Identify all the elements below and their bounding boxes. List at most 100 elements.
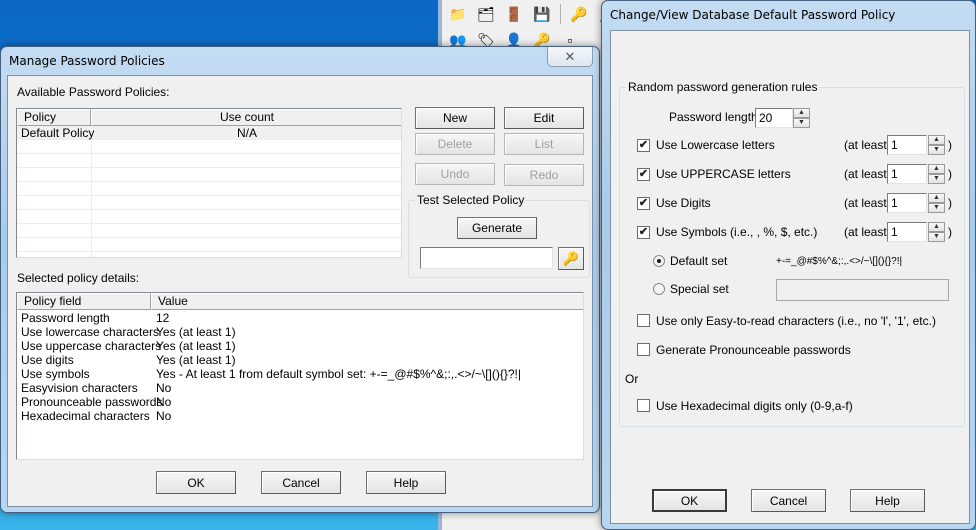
undo-button[interactable]: Undo xyxy=(415,163,495,185)
close-button[interactable]: ✕ xyxy=(547,47,593,67)
cancel-button[interactable]: Cancel xyxy=(751,489,826,512)
window-title: Change/View Database Default Password Po… xyxy=(610,8,896,22)
table-row[interactable]: Default Policy N/A xyxy=(17,126,401,140)
minimum-count-field[interactable] xyxy=(887,222,927,242)
help-button[interactable]: Help xyxy=(366,471,446,494)
cancel-button[interactable]: Cancel xyxy=(261,471,341,494)
policy-value-cell: Yes (at least 1) xyxy=(156,339,236,353)
empty-row xyxy=(17,182,401,196)
easy-read-checkbox[interactable] xyxy=(637,314,650,327)
spin-down-icon[interactable]: ▼ xyxy=(928,203,945,213)
spin-down-icon[interactable]: ▼ xyxy=(928,232,945,242)
use-count-cell: N/A xyxy=(236,126,257,140)
empty-row xyxy=(17,210,401,224)
minimum-count-spinner[interactable]: ▲ ▼ xyxy=(928,222,945,242)
new-folder-icon[interactable]: 📁 xyxy=(448,4,468,24)
pronounceable-checkbox[interactable] xyxy=(637,343,650,356)
empty-row xyxy=(17,154,401,168)
detail-row[interactable]: Password length 12 xyxy=(17,311,583,325)
default-set-radio[interactable] xyxy=(653,255,665,267)
rule-checkbox[interactable]: ✔ xyxy=(637,139,650,152)
generation-rules-title: Random password generation rules xyxy=(626,80,820,94)
column-header-value[interactable]: Value xyxy=(151,293,583,310)
edit-button[interactable]: Edit xyxy=(504,107,584,129)
policy-field-cell: Use uppercase characters xyxy=(21,339,162,353)
spin-down-icon[interactable]: ▼ xyxy=(928,145,945,155)
special-set-field[interactable] xyxy=(776,279,949,301)
selected-policy-details-label: Selected policy details: xyxy=(17,271,140,285)
minimum-count-field[interactable] xyxy=(887,164,927,184)
minimum-count-field[interactable] xyxy=(887,193,927,213)
new-button[interactable]: New xyxy=(415,107,495,129)
list-button[interactable]: List xyxy=(504,133,584,155)
save-disk-icon[interactable]: 💾 xyxy=(532,4,552,24)
copy-password-button[interactable]: 🔑 xyxy=(558,247,584,270)
password-length-spinner[interactable]: ▲ ▼ xyxy=(793,108,810,128)
hexadecimal-checkbox[interactable] xyxy=(637,399,650,412)
column-header-policy-field[interactable]: Policy field xyxy=(17,293,151,310)
policy-value-cell: Yes (at least 1) xyxy=(156,325,236,339)
delete-button[interactable]: Delete xyxy=(415,133,495,155)
empty-row xyxy=(17,238,401,252)
minimum-count-spinner[interactable]: ▲ ▼ xyxy=(928,164,945,184)
policy-value-cell: No xyxy=(156,395,172,409)
special-set-radio[interactable] xyxy=(653,283,665,295)
rule-checkbox[interactable]: ✔ xyxy=(637,168,650,181)
window-title: Manage Password Policies xyxy=(9,54,165,68)
spin-up-icon[interactable]: ▲ xyxy=(928,135,945,145)
empty-row xyxy=(17,168,401,182)
detail-row[interactable]: Use lowercase characters Yes (at least 1) xyxy=(17,325,583,339)
rule-checkbox[interactable]: ✔ xyxy=(637,197,650,210)
detail-row[interactable]: Use symbols Yes - At least 1 from default… xyxy=(17,367,583,381)
spin-up-icon[interactable]: ▲ xyxy=(928,222,945,232)
policy-field-cell: Easyvision characters xyxy=(21,381,138,395)
minimum-count-spinner[interactable]: ▲ ▼ xyxy=(928,135,945,155)
close-paren-label: ) xyxy=(948,196,952,210)
spin-down-icon[interactable]: ▼ xyxy=(928,174,945,184)
detail-row[interactable]: Hexadecimal characters No xyxy=(17,409,583,423)
default-set-label: Default set xyxy=(670,254,728,268)
spin-up-icon[interactable]: ▲ xyxy=(793,108,810,118)
help-button[interactable]: Help xyxy=(850,489,925,512)
spin-down-icon[interactable]: ▼ xyxy=(793,118,810,128)
policy-value-cell: Yes - At least 1 from default symbol set… xyxy=(156,367,522,381)
detail-row[interactable]: Use digits Yes (at least 1) xyxy=(17,353,583,367)
ok-button[interactable]: OK xyxy=(652,489,727,512)
dialog-client: Available Password Policies: Policy Name… xyxy=(7,75,593,507)
policies-list[interactable]: Policy Name Use count Default Policy N/A xyxy=(16,108,402,258)
toolbar-row-1: 📁 🗂 🚪 💾 🔑 👤 xyxy=(448,4,617,24)
rule-label: Use Lowercase letters xyxy=(656,138,775,152)
minimum-count-field[interactable] xyxy=(887,135,927,155)
spin-up-icon[interactable]: ▲ xyxy=(928,164,945,174)
default-symbol-set-value: +-=_@#$%^&;:,.<>/~\[](){}?!| xyxy=(776,256,903,267)
door-exit-icon[interactable]: 🚪 xyxy=(504,4,524,24)
at-least-label: (at least xyxy=(844,225,887,239)
detail-row[interactable]: Easyvision characters No xyxy=(17,381,583,395)
policy-details-list[interactable]: Policy field Value Password length 12 Use … xyxy=(16,292,584,460)
key-arrow-icon[interactable]: 🔑 xyxy=(569,4,589,24)
detail-row[interactable]: Use uppercase characters Yes (at least 1) xyxy=(17,339,583,353)
folder-copy-icon[interactable]: 🗂 xyxy=(476,4,496,24)
change-password-policy-window: Change/View Database Default Password Po… xyxy=(601,0,976,530)
dialog-client: Random password generation rules Passwor… xyxy=(610,30,970,524)
at-least-label: (at least xyxy=(844,138,887,152)
manage-password-policies-window: Manage Password Policies ✕ Available Pas… xyxy=(0,46,600,513)
password-length-label: Password length: xyxy=(669,110,762,124)
empty-row xyxy=(17,196,401,210)
at-least-label: (at least xyxy=(844,167,887,181)
policy-field-cell: Pronounceable passwords xyxy=(21,395,163,409)
rule-checkbox[interactable]: ✔ xyxy=(637,226,650,239)
generated-password-field[interactable] xyxy=(420,247,553,269)
redo-button[interactable]: Redo xyxy=(504,164,584,186)
policy-field-cell: Use digits xyxy=(21,353,74,367)
detail-row[interactable]: Pronounceable passwords No xyxy=(17,395,583,409)
ok-button[interactable]: OK xyxy=(156,471,236,494)
password-length-field[interactable] xyxy=(755,108,793,128)
column-header-use-count[interactable]: Use count xyxy=(91,109,401,126)
policy-field-cell: Hexadecimal characters xyxy=(21,409,150,423)
minimum-count-spinner[interactable]: ▲ ▼ xyxy=(928,193,945,213)
close-icon: ✕ xyxy=(564,48,576,64)
spin-up-icon[interactable]: ▲ xyxy=(928,193,945,203)
generate-button[interactable]: Generate xyxy=(457,217,537,239)
column-header-policy-name[interactable]: Policy Name xyxy=(17,109,91,139)
